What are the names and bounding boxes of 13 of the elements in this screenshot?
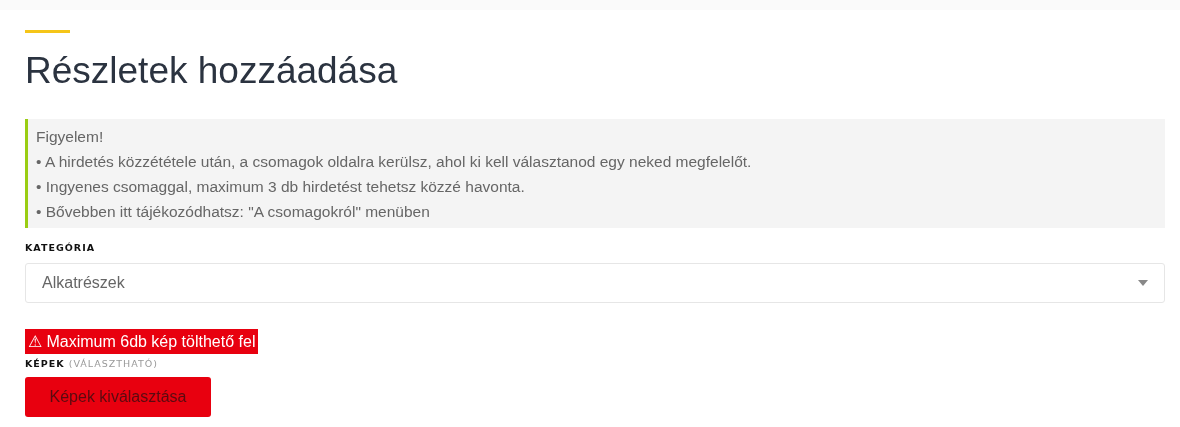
page-title: Részletek hozzáadása	[25, 49, 399, 93]
warning-message: ⚠ Maximum 6db kép tölthető fel	[25, 329, 259, 354]
caret-icon	[1138, 280, 1148, 286]
select-images-button[interactable]: Képek kiválasztása	[25, 377, 211, 417]
notice-line: • A hirdetés közzététele után, a csomagok oldalra kerülsz, ahol ki kell választanod egy neked megfelelőt.	[36, 152, 753, 172]
field-label: KATEGÓRIA	[25, 242, 97, 253]
field-label: KÉPEK	[25, 358, 65, 369]
notice-line: • Bővebben itt tájékozódhatsz: "A csomagokról" menüben	[36, 202, 431, 222]
optional-hint: (VÁLASZTHATÓ)	[68, 358, 158, 369]
accent-bar	[25, 30, 70, 33]
category-select[interactable]: Alkatrészek	[25, 263, 1165, 303]
notice-line: Figyelem!	[36, 127, 105, 147]
notice-line: • Ingyenes csomaggal, maximum 3 db hirdetést tehetsz közzé havonta.	[36, 177, 526, 197]
